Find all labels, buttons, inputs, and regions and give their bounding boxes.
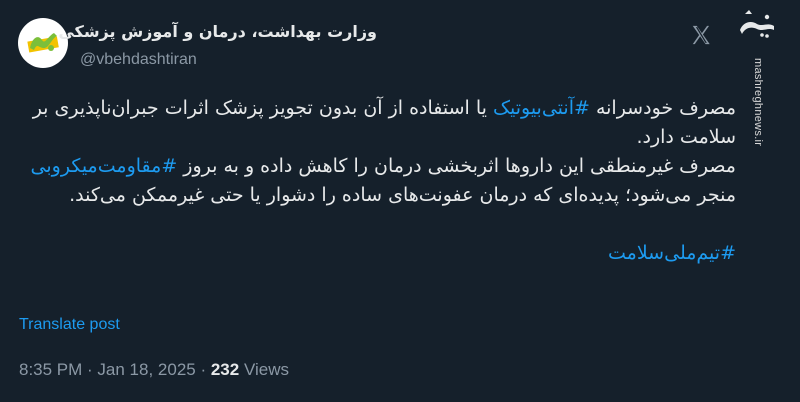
x-logo-icon[interactable]	[690, 24, 712, 46]
tweet-text-segment: مصرف غیرمنطقی این داروها اثربخشی درمان ر…	[177, 155, 736, 177]
meta-separator: ·	[82, 360, 98, 379]
tweet-text: مصرف خودسرانه #آنتی‌بیوتیک یا استفاده از…	[20, 94, 736, 268]
post-meta: 8:35 PM · Jan 18, 2025 · 232 Views	[19, 360, 289, 380]
tweet-text-segment: منجر می‌شود؛ پدیده‌ای که درمان عفونت‌های…	[69, 184, 736, 206]
watermark-site: mashreghnews.ir	[752, 58, 764, 147]
display-name[interactable]: وزارت بهداشت، درمان و آموزش پزشکی	[58, 22, 377, 41]
hashtag-national-health-team[interactable]: #تیم‌ملی‌سلامت	[608, 242, 736, 264]
views-label: Views	[239, 360, 289, 379]
tweet-paragraph-2: مصرف غیرمنطقی این داروها اثربخشی درمان ر…	[20, 152, 736, 210]
tweet-paragraph-1: مصرف خودسرانه #آنتی‌بیوتیک یا استفاده از…	[20, 94, 736, 152]
translate-post-link[interactable]: Translate post	[19, 316, 120, 334]
post-time[interactable]: 8:35 PM	[19, 360, 82, 379]
meta-separator: ·	[195, 360, 211, 379]
tweet-paragraph-3: #تیم‌ملی‌سلامت	[20, 239, 736, 268]
hashtag-microbial-resistance[interactable]: #مقاومت‌میکروبی	[31, 155, 178, 177]
tweet-text-segment: مصرف خودسرانه	[589, 97, 736, 119]
mashregh-logo-icon	[740, 10, 774, 38]
post-date[interactable]: Jan 18, 2025	[97, 360, 195, 379]
account-handle[interactable]: @vbehdashtiran	[80, 51, 197, 69]
views-count: 232	[210, 360, 240, 379]
hashtag-antibiotic[interactable]: #آنتی‌بیوتیک	[493, 97, 590, 119]
